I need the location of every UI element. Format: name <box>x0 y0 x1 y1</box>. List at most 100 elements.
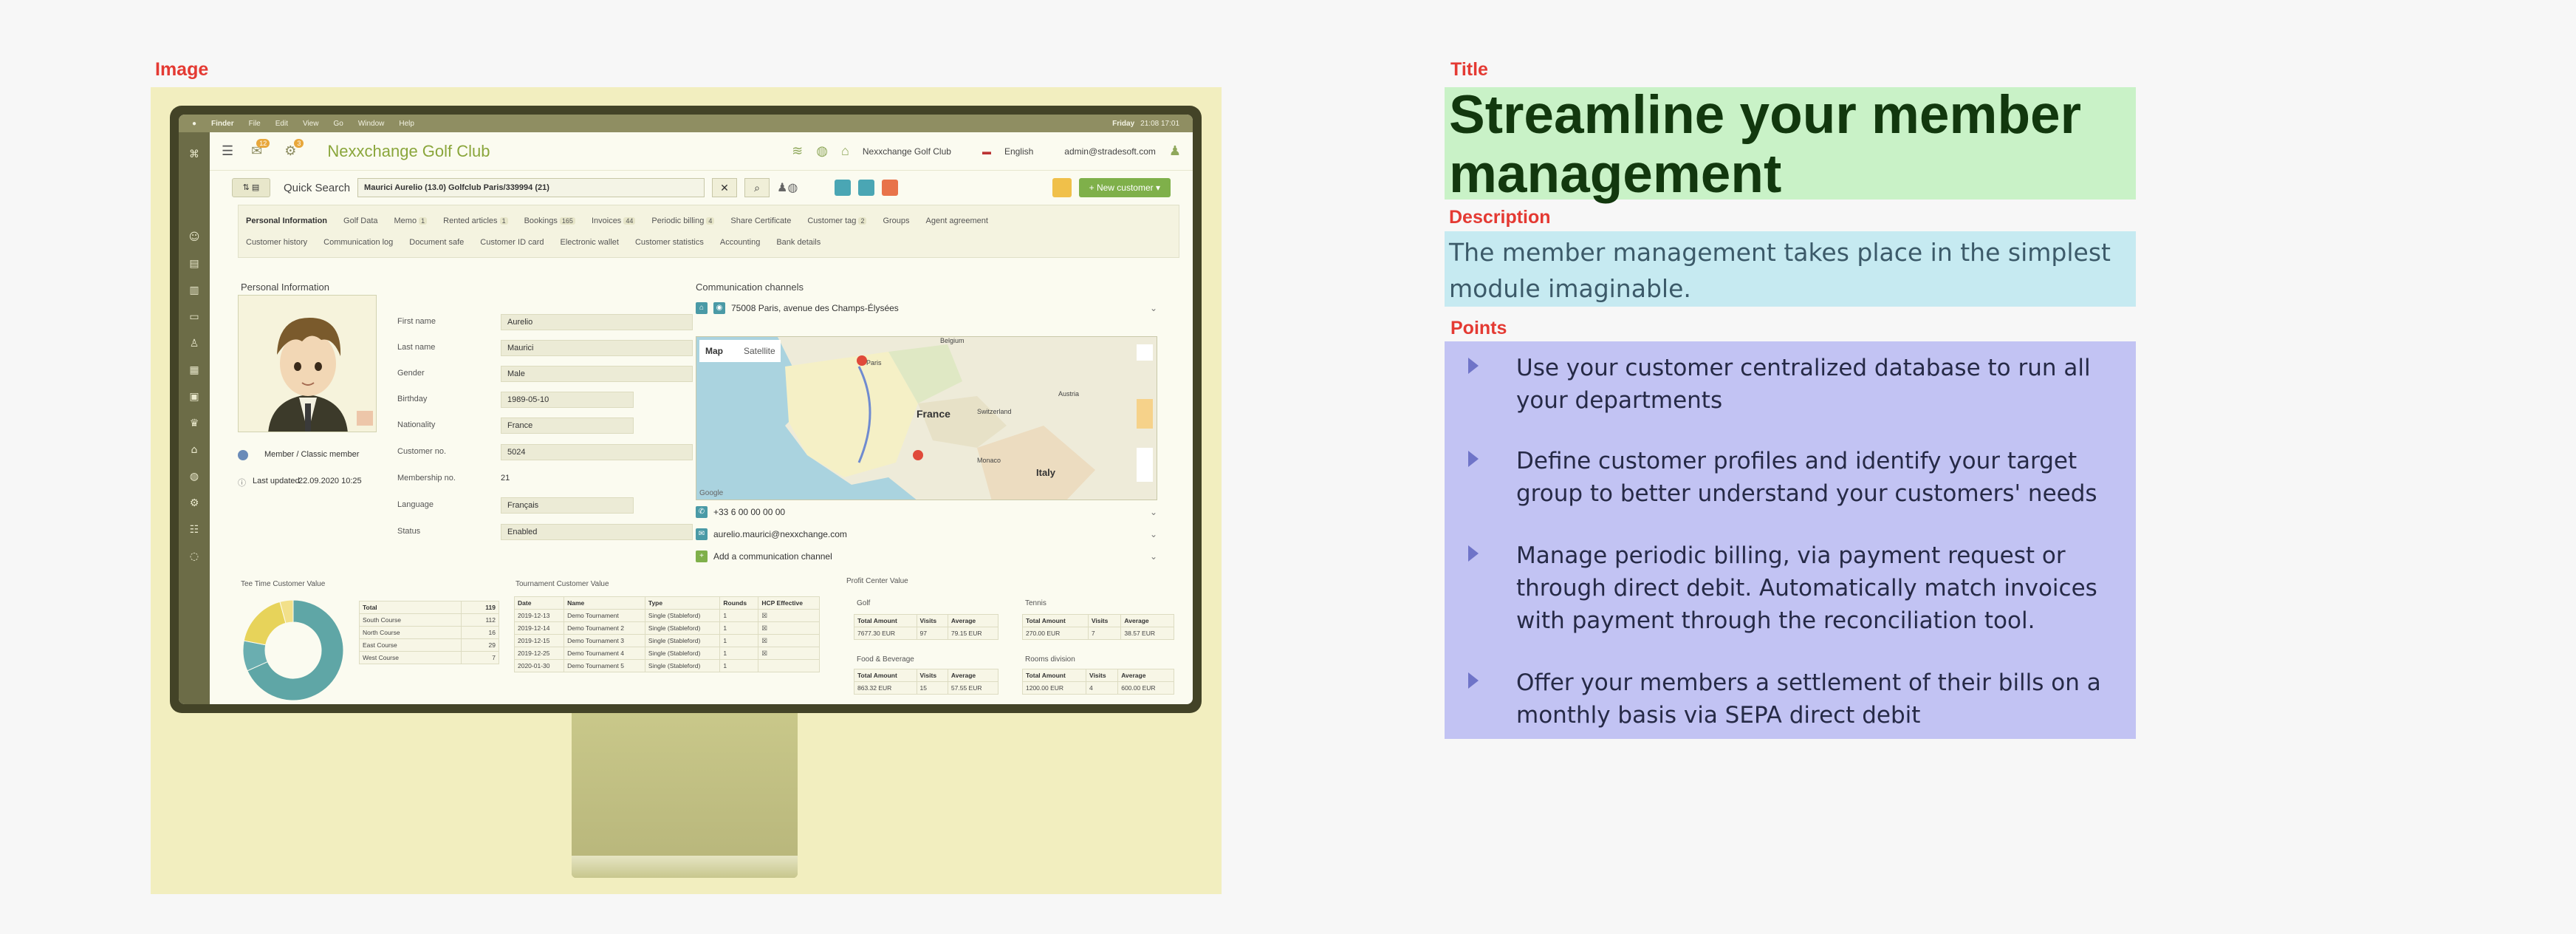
language-select[interactable]: English <box>1004 146 1033 157</box>
tab-bookings[interactable]: Bookings 165 <box>524 217 575 225</box>
field-language[interactable]: Français <box>501 497 634 514</box>
tab-customer-statistics[interactable]: Customer statistics <box>635 238 704 247</box>
tab-golf-data[interactable]: Golf Data <box>343 217 377 225</box>
menu-item-file[interactable]: File <box>249 120 261 128</box>
members-icon[interactable]: ☺ <box>189 224 200 250</box>
home-icon[interactable]: ⌂ <box>191 437 198 463</box>
tab-customer-id-card[interactable]: Customer ID card <box>480 238 544 247</box>
tab-agent-agreement[interactable]: Agent agreement <box>926 217 988 225</box>
field-status[interactable]: Enabled <box>501 524 693 540</box>
address-row[interactable]: ⌂ ◉ 75008 Paris, avenue des Champs-Élysé… <box>696 302 1157 314</box>
settings-icon[interactable]: ⚙ <box>190 490 199 517</box>
tab-accounting[interactable]: Accounting <box>720 238 760 247</box>
house-icon[interactable]: ⌂ <box>841 143 849 159</box>
tab-label: Invoices <box>591 216 622 225</box>
tab-share-certificate[interactable]: Share Certificate <box>730 217 791 225</box>
document-icon[interactable]: ▤ <box>189 250 199 277</box>
menu-icon[interactable]: ☰ <box>222 143 233 159</box>
notification-badge: 12 <box>256 139 270 148</box>
menu-item-view[interactable]: View <box>303 120 319 128</box>
club-name[interactable]: Nexxchange Golf Club <box>863 146 951 157</box>
clear-search-button[interactable]: ✕ <box>712 178 738 197</box>
tab-communication-log[interactable]: Communication log <box>323 238 393 247</box>
search-icon[interactable]: ⌕ <box>744 178 770 197</box>
golfer-icon[interactable]: ♙ <box>190 330 199 357</box>
menu-item-go[interactable]: Go <box>333 120 343 128</box>
tab-customer-tag[interactable]: Customer tag 2 <box>807 217 867 225</box>
quick-search-input[interactable]: Maurici Aurelio (13.0) Golfclub Paris/33… <box>357 178 705 197</box>
globe-icon[interactable]: ◍ <box>816 143 828 159</box>
chevron-down-icon[interactable]: ⌄ <box>1150 529 1157 539</box>
field-birthday[interactable]: 1989-05-10 <box>501 392 634 408</box>
chevron-down-icon[interactable]: ⌄ <box>1150 303 1157 313</box>
tab-periodic-billing[interactable]: Periodic billing 4 <box>651 217 715 225</box>
wifi-icon[interactable]: ≋ <box>792 143 803 159</box>
action-button-1[interactable] <box>835 180 852 196</box>
card-icon[interactable]: ▭ <box>189 304 199 330</box>
tab-electronic-wallet[interactable]: Electronic wallet <box>560 238 618 247</box>
monitor-stand-base <box>572 856 798 878</box>
globe-icon[interactable]: ◍ <box>190 463 199 490</box>
tab-personal-information[interactable]: Personal Information <box>246 217 327 225</box>
last-updated-value: 22.09.2020 10:25 <box>298 477 362 485</box>
menu-item-help[interactable]: Help <box>399 120 414 128</box>
add-channel-row[interactable]: + Add a communication channel ⌄ <box>696 550 1157 562</box>
calculator-icon[interactable]: ▦ <box>189 357 199 384</box>
tab-groups[interactable]: Groups <box>883 217 909 225</box>
map-tab[interactable]: Map <box>705 346 723 356</box>
field-last-name[interactable]: Maurici <box>501 340 693 356</box>
tab-document-safe[interactable]: Document safe <box>409 238 464 247</box>
chevron-down-icon[interactable]: ⌄ <box>1150 551 1157 562</box>
tournament-cell: ☒ <box>758 609 820 622</box>
profit-cell: 7677.30 EUR <box>854 627 917 640</box>
profit-header: Total Amount <box>854 669 917 682</box>
satellite-tab[interactable]: Satellite <box>744 346 775 356</box>
tab-rented-articles[interactable]: Rented articles 1 <box>443 217 508 225</box>
tab-label: Memo <box>394 216 417 225</box>
table-row: South Course 112 <box>359 613 500 627</box>
menu-item-finder[interactable]: Finder <box>211 120 234 128</box>
building-icon[interactable]: ▥ <box>189 277 199 304</box>
favorite-button[interactable] <box>1052 178 1072 197</box>
profit-cell: 270.00 EUR <box>1022 627 1089 640</box>
user-icon[interactable]: ♟ <box>1169 143 1181 159</box>
mail-icon[interactable]: ✉ 12 <box>251 139 270 159</box>
menu-item-edit[interactable]: Edit <box>275 120 288 128</box>
quick-search-label: Quick Search <box>284 181 351 194</box>
tab-invoices[interactable]: Invoices 44 <box>591 216 636 225</box>
action-button-3[interactable] <box>882 180 899 196</box>
phone-row[interactable]: ✆ +33 6 00 00 00 00 ⌄ <box>696 506 1157 518</box>
address-map[interactable]: Map Satellite France Italy Belgium Switz… <box>696 336 1157 500</box>
hierarchy-icon[interactable]: ☷ <box>190 517 199 543</box>
profit-header: Average <box>1117 669 1174 682</box>
points-section-label: Points <box>1450 318 1507 338</box>
logo-icon[interactable]: ⌘ <box>189 141 199 168</box>
tournament-cell: ☒ <box>758 647 820 660</box>
trophy-icon[interactable]: ♛ <box>190 410 199 437</box>
tab-customer-history[interactable]: Customer history <box>246 238 307 247</box>
field-label-language: Language <box>397 500 434 509</box>
table-header-row: Total Amount Visits Average <box>1021 669 1174 682</box>
users-globe-icon[interactable]: ♟◍ <box>777 180 798 195</box>
new-customer-button[interactable]: + New customer ▾ <box>1078 178 1171 197</box>
page-title: Streamline your member management <box>1449 85 2082 204</box>
chevron-down-icon[interactable]: ⌄ <box>1150 507 1157 517</box>
profit-header: Visits <box>916 614 948 627</box>
action-button-2[interactable] <box>858 180 875 196</box>
tab-bank-details[interactable]: Bank details <box>776 238 821 247</box>
gear-icon[interactable]: ⚙ 3 <box>284 139 304 159</box>
user-email[interactable]: admin@stradesoft.com <box>1064 146 1156 157</box>
menu-item-window[interactable]: Window <box>358 120 385 128</box>
calendar-icon[interactable]: ▣ <box>189 384 199 410</box>
apple-icon[interactable]: ● <box>192 120 196 128</box>
field-gender[interactable]: Male <box>501 366 693 382</box>
field-nationality[interactable]: France <box>501 417 634 434</box>
tab-label: Agent agreement <box>925 216 988 225</box>
email-row[interactable]: ✉ aurelio.maurici@nexxchange.com ⌄ <box>696 528 1157 540</box>
field-customer-no[interactable]: 5024 <box>501 444 693 460</box>
tab-memo[interactable]: Memo 1 <box>394 217 428 225</box>
chat-icon[interactable]: ◌ <box>190 543 199 570</box>
field-first-name[interactable]: Aurelio <box>501 314 693 330</box>
sort-toggle-button[interactable]: ⇅ ▤ <box>232 178 270 197</box>
flag-icon: ▬ <box>982 146 991 157</box>
